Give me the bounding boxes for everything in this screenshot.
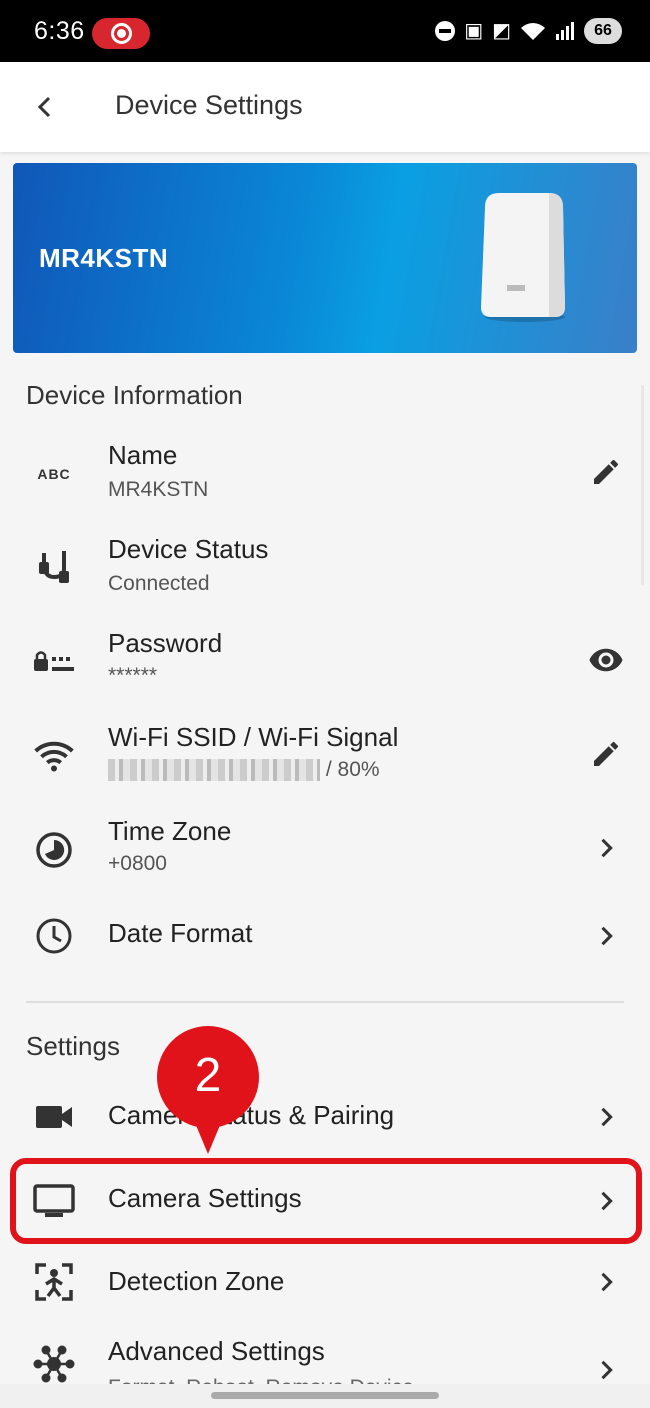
detection-zone-chevron: [588, 1264, 624, 1300]
time-zone-chevron: [588, 830, 624, 866]
wifi-signal-value: / 80%: [325, 758, 380, 781]
advanced-settings-row[interactable]: Advanced Settings: [0, 1322, 650, 1384]
cell-signal-icon: [556, 22, 574, 40]
clock-icon: [32, 914, 76, 958]
wifi-value-line: / 80%: [108, 758, 380, 782]
battery-icon: 66: [584, 18, 622, 44]
date-format-row[interactable]: Date Format: [0, 900, 650, 972]
wifi-icon: [32, 734, 76, 778]
video-camera-icon: [32, 1095, 76, 1139]
chevron-right-icon: [601, 1107, 613, 1127]
scrollbar[interactable]: [641, 385, 644, 585]
visibility-icon: [589, 648, 623, 672]
date-format-label: Date Format: [108, 918, 253, 948]
edit-wifi-button[interactable]: [588, 736, 624, 772]
device-status-value: Connected: [108, 572, 210, 595]
detection-zone-icon: [32, 1260, 76, 1304]
camera-status-pairing-label: Camera Status & Pairing: [108, 1100, 395, 1130]
status-bar: 6:36 ▣ ◩ 66: [0, 0, 650, 62]
abc-icon: ABC: [37, 466, 71, 482]
chevron-right-icon: [601, 926, 613, 946]
advanced-settings-label: Advanced Settings: [108, 1336, 325, 1366]
notification-icon: ▣: [464, 20, 484, 42]
highlight-box: [10, 1158, 642, 1244]
status-icons: ▣ ◩ 66: [435, 18, 622, 44]
advanced-settings-chevron: [588, 1352, 624, 1388]
navigation-bar: [0, 1384, 650, 1408]
wifi-status-icon: [521, 23, 545, 40]
password-icon: [32, 640, 76, 684]
back-button[interactable]: [28, 90, 62, 124]
camera-status-pairing-chevron: [588, 1099, 624, 1135]
date-format-chevron: [588, 918, 624, 954]
chevron-right-icon: [601, 1272, 613, 1292]
chevron-right-icon: [601, 1360, 613, 1380]
wifi-label: Wi-Fi SSID / Wi-Fi Signal: [108, 722, 399, 752]
camera-status-pairing-row[interactable]: Camera Status & Pairing: [0, 1082, 650, 1152]
wifi-row[interactable]: Wi-Fi SSID / Wi-Fi Signal / 80%: [0, 712, 650, 802]
time-zone-value: +0800: [108, 852, 167, 875]
cast-icon: ◩: [492, 20, 511, 42]
screen-record-icon[interactable]: [92, 18, 150, 49]
edit-icon: [594, 459, 618, 484]
password-value: ******: [108, 664, 158, 687]
name-row[interactable]: ABC Name MR4KSTN: [0, 430, 650, 520]
page-title: Device Settings: [115, 90, 303, 120]
app-bar: Device Settings: [0, 62, 650, 152]
detection-zone-label: Detection Zone: [108, 1266, 285, 1296]
show-password-button[interactable]: [588, 642, 624, 678]
banner-device-name: MR4KSTN: [39, 243, 169, 273]
edit-name-button[interactable]: [588, 454, 624, 490]
home-indicator[interactable]: [211, 1392, 439, 1399]
settings-heading: Settings: [26, 1031, 120, 1061]
chevron-right-icon: [601, 838, 613, 858]
redacted-ssid: [108, 759, 320, 782]
step-number: 2: [194, 1049, 222, 1102]
do-not-disturb-icon: [435, 21, 456, 41]
status-time: 6:36: [34, 17, 85, 45]
detection-zone-row[interactable]: Detection Zone: [0, 1246, 650, 1318]
device-status-label: Device Status: [108, 534, 269, 564]
advanced-settings-icon: [32, 1342, 76, 1386]
password-row: Password ******: [0, 618, 650, 708]
device-banner: MR4KSTN: [13, 163, 637, 353]
time-zone-label: Time Zone: [108, 816, 232, 846]
password-label: Password: [108, 628, 223, 658]
name-value: MR4KSTN: [108, 478, 209, 501]
edit-icon: [594, 741, 618, 766]
device-information-heading: Device Information: [26, 380, 243, 410]
arrow-back-icon: [37, 96, 51, 118]
device-status-icon: [32, 546, 76, 590]
time-zone-row[interactable]: Time Zone +0800: [0, 806, 650, 896]
hub-device-image: [481, 193, 565, 322]
name-label: Name: [108, 440, 178, 470]
time-zone-icon: [32, 828, 76, 872]
device-status-row: Device Status Connected: [0, 524, 650, 614]
section-divider: [26, 1001, 624, 1003]
